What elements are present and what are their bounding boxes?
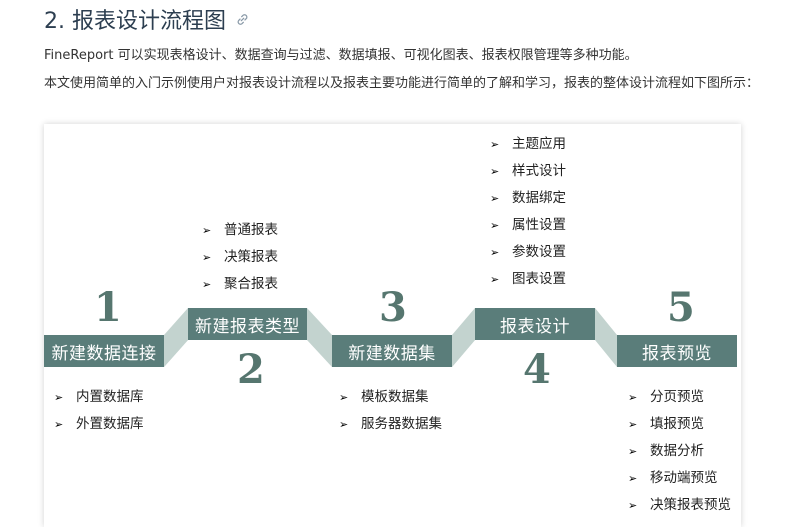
list-item: ➢ 服务器数据集 [339, 411, 442, 438]
arrow-bullet-icon: ➢ [490, 219, 500, 232]
arrow-bullet-icon: ➢ [490, 273, 500, 286]
list-item: ➢ 模板数据集 [339, 384, 442, 411]
arrow-bullet-icon: ➢ [628, 472, 638, 485]
arrow-bullet-icon: ➢ [628, 499, 638, 512]
stage-5-items: ➢ 分页预览 ➢ 填报预览 ➢ 数据分析 ➢ 移动端预览 ➢ 决策报表预览 [628, 384, 731, 519]
stage-3-items: ➢ 模板数据集 ➢ 服务器数据集 [339, 384, 442, 438]
arrow-bullet-icon: ➢ [54, 418, 64, 431]
arrow-bullet-icon: ➢ [202, 251, 212, 264]
stage-1-items: ➢ 内置数据库 ➢ 外置数据库 [54, 384, 144, 438]
stage-number-5: 5 [667, 284, 695, 331]
arrow-bullet-icon: ➢ [490, 246, 500, 259]
intro-paragraph: FineReport 可以实现表格设计、数据查询与过滤、数据填报、可视化图表、报… [44, 48, 638, 63]
stage-report-design: 报表设计 [475, 308, 595, 340]
connector-2-3 [307, 308, 332, 367]
stage-new-report-type: 新建报表类型 [188, 308, 307, 340]
arrow-bullet-icon: ➢ [628, 445, 638, 458]
stage-new-connection: 新建数据连接 [44, 335, 164, 367]
connector-3-4b [452, 308, 475, 367]
connector-4-5 [595, 308, 617, 367]
stage-2-items: ➢ 普通报表 ➢ 决策报表 ➢ 聚合报表 [202, 217, 278, 298]
list-item: ➢ 聚合报表 [202, 271, 278, 298]
list-item: ➢ 填报预览 [628, 411, 731, 438]
arrow-bullet-icon: ➢ [490, 192, 500, 205]
list-item: ➢ 外置数据库 [54, 411, 144, 438]
list-item: ➢ 主题应用 [490, 131, 566, 158]
list-item: ➢ 属性设置 [490, 212, 566, 239]
list-item: ➢ 内置数据库 [54, 384, 144, 411]
section-heading: 2. 报表设计流程图 [44, 4, 249, 34]
stage-number-1: 1 [94, 284, 122, 331]
list-item: ➢ 决策报表 [202, 244, 278, 271]
arrow-bullet-icon: ➢ [490, 138, 500, 151]
arrow-bullet-icon: ➢ [202, 224, 212, 237]
link-anchor-icon[interactable] [236, 13, 249, 26]
stage-report-preview: 报表预览 [617, 335, 737, 367]
flow-diagram: 1 新建数据连接 ➢ 内置数据库 ➢ 外置数据库 ➢ 普通报表 ➢ 决策报表 ➢ 聚合报表… [44, 124, 741, 527]
stage-number-3: 3 [379, 284, 407, 331]
list-item: ➢ 决策报表预览 [628, 492, 731, 519]
list-item: ➢ 普通报表 [202, 217, 278, 244]
list-item: ➢ 移动端预览 [628, 465, 731, 492]
list-item: ➢ 数据绑定 [490, 185, 566, 212]
stage-number-2: 2 [237, 346, 265, 393]
connector-1-2b [164, 308, 188, 367]
list-item: ➢ 样式设计 [490, 158, 566, 185]
list-item: ➢ 图表设置 [490, 266, 566, 293]
arrow-bullet-icon: ➢ [339, 418, 349, 431]
arrow-bullet-icon: ➢ [490, 165, 500, 178]
list-item: ➢ 参数设置 [490, 239, 566, 266]
section-title: 2. 报表设计流程图 [44, 9, 226, 34]
list-item: ➢ 分页预览 [628, 384, 731, 411]
description-paragraph: 本文使用简单的入门示例使用户对报表设计流程以及报表主要功能进行简单的了解和学习，… [44, 76, 760, 91]
stage-number-4: 4 [523, 346, 551, 393]
arrow-bullet-icon: ➢ [54, 391, 64, 404]
list-item: ➢ 数据分析 [628, 438, 731, 465]
arrow-bullet-icon: ➢ [202, 278, 212, 291]
stage-new-dataset: 新建数据集 [332, 335, 452, 367]
arrow-bullet-icon: ➢ [628, 391, 638, 404]
stage-4-items: ➢ 主题应用 ➢ 样式设计 ➢ 数据绑定 ➢ 属性设置 ➢ 参数设置 ➢ 图表设置 [490, 131, 566, 293]
arrow-bullet-icon: ➢ [339, 391, 349, 404]
arrow-bullet-icon: ➢ [628, 418, 638, 431]
